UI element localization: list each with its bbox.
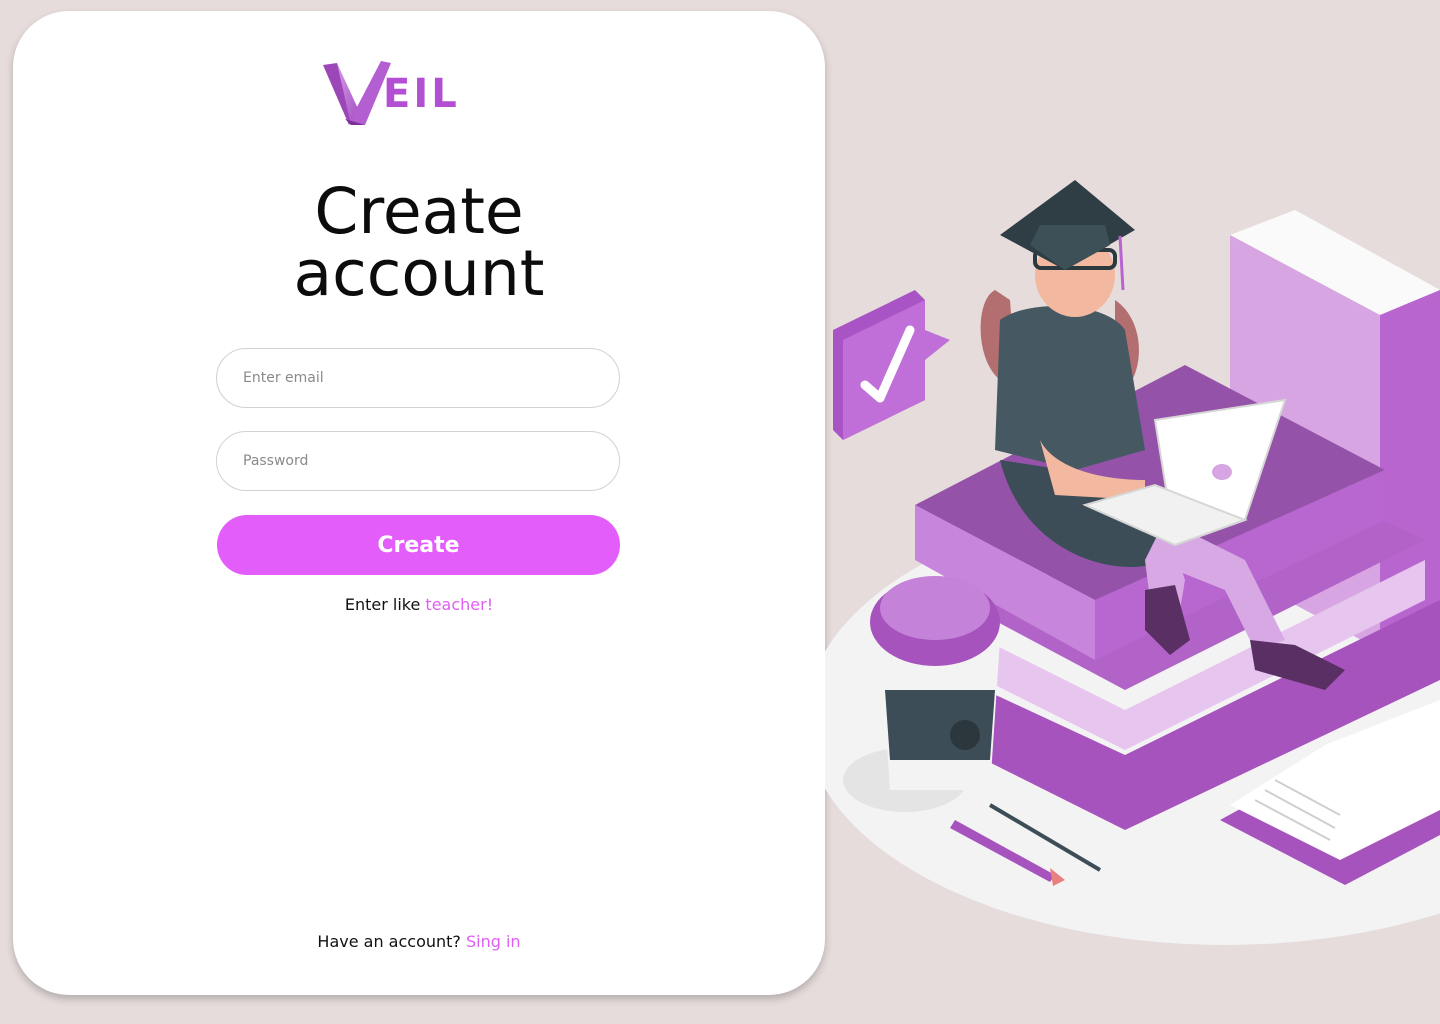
person-body (995, 306, 1145, 470)
graduate-illustration (825, 180, 1440, 945)
signin-link[interactable]: Sing in (466, 932, 521, 951)
password-input[interactable] (216, 431, 620, 491)
email-input[interactable] (216, 348, 620, 408)
signup-card: EIL Create account Create Enter like tea… (13, 11, 825, 995)
page-title: Create account (13, 175, 825, 310)
veil-logo: EIL (321, 49, 481, 131)
teacher-login-line: Enter like teacher! (13, 595, 825, 614)
create-account-button[interactable]: Create (217, 515, 620, 575)
title-line-1: Create (314, 175, 524, 248)
v-logo-mark-icon (323, 61, 391, 125)
teacher-login-prefix: Enter like (344, 595, 426, 614)
teacher-login-link[interactable]: teacher! (425, 595, 493, 614)
signin-prefix: Have an account? (317, 932, 466, 951)
title-line-2: account (293, 237, 545, 310)
logo-wordmark: EIL (383, 71, 460, 117)
signin-line: Have an account? Sing in (13, 932, 825, 951)
